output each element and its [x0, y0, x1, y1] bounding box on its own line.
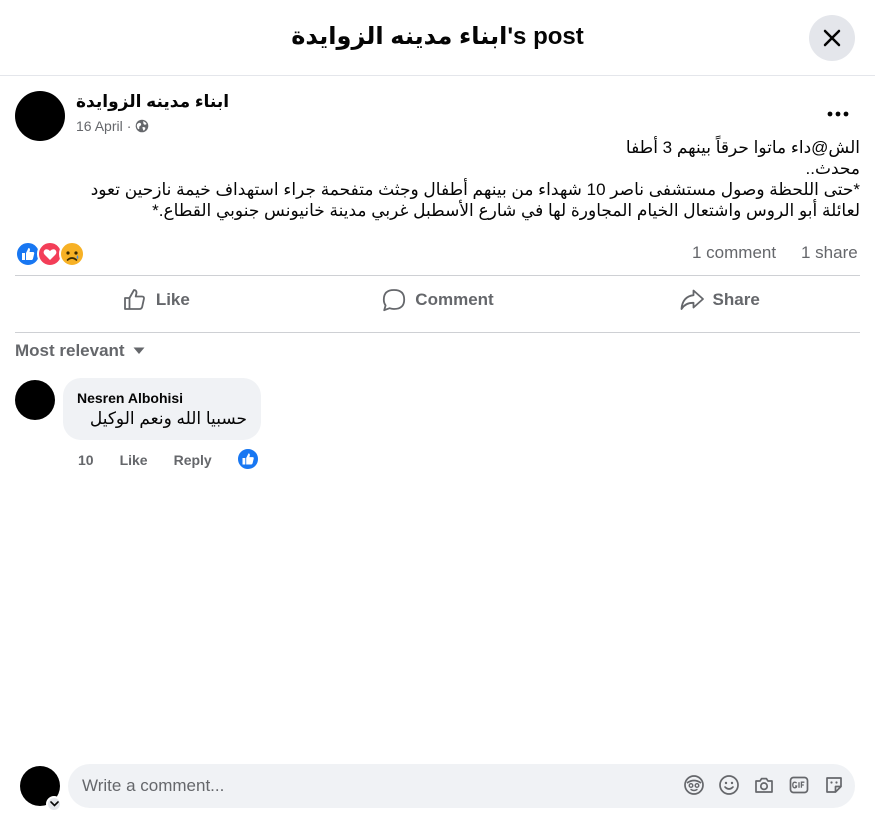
reaction-summary[interactable] [15, 241, 85, 267]
share-label: Share [712, 290, 760, 309]
more-options-icon [827, 111, 849, 117]
like-button[interactable]: Like [15, 277, 297, 323]
post-action-bar: Like Comment Share [15, 277, 860, 323]
comment-reply-button[interactable]: Reply [174, 452, 212, 468]
caret-down-icon [133, 347, 145, 354]
post-dialog-header: ابناء مدينه الزوايدة's post [0, 0, 875, 76]
camera-icon[interactable] [753, 774, 775, 796]
post-author-name[interactable]: ابناء مدينه الزوايدة [76, 92, 229, 112]
sticker-icon[interactable] [823, 774, 845, 796]
comment-label: Comment [415, 290, 494, 309]
comment-bubble: Nesren Albohisi حسبيا الله ونعم الوكيل [63, 378, 261, 440]
comment-composer [68, 764, 855, 808]
post-text-line: *حتى اللحظة وصول مستشفى ناصر 10 شهداء من… [90, 180, 860, 199]
post-body: الش@داء ماتوا حرقاً بينهم 3 أطفا محدث.. … [15, 137, 860, 221]
comment-sort-dropdown[interactable]: Most relevant [15, 341, 145, 361]
close-button[interactable] [809, 15, 855, 61]
like-icon[interactable] [236, 447, 260, 471]
post-meta: 16 April · [76, 118, 149, 134]
post-options-button[interactable] [822, 100, 854, 128]
post-text-line: لعائلة أبو الروس واشتعال الخيام المجاورة… [152, 201, 860, 220]
comment-input[interactable] [82, 764, 662, 808]
comment-count[interactable]: 1 comment [692, 243, 776, 263]
comment-time: 10 [78, 452, 94, 468]
avatar-sticker-icon[interactable] [683, 774, 705, 796]
like-label: Like [155, 290, 190, 309]
comment-like-button[interactable]: Like [120, 452, 148, 468]
sad-icon [59, 241, 85, 267]
post-text-line: الش@داء ماتوا حرقاً بينهم 3 أطفا [625, 138, 860, 157]
comment-button[interactable]: Comment [297, 277, 579, 323]
author-avatar[interactable] [15, 91, 65, 141]
thumbs-up-icon [123, 289, 145, 310]
share-icon [680, 289, 704, 310]
sort-label: Most relevant [15, 341, 125, 360]
dialog-title: ابناء مدينه الزوايدة's post [291, 23, 584, 50]
share-count[interactable]: 1 share [801, 243, 858, 263]
comment-icon [383, 289, 406, 312]
comment-actions: 10 Like Reply [78, 452, 238, 468]
divider [15, 332, 860, 333]
share-button[interactable]: Share [578, 277, 860, 323]
divider [15, 275, 860, 276]
commenter-name[interactable]: Nesren Albohisi [77, 390, 247, 406]
chevron-down-icon [49, 801, 59, 807]
post-text-line: محدث.. [805, 159, 860, 178]
commenter-avatar[interactable] [15, 380, 55, 420]
comment-text: حسبيا الله ونعم الوكيل [89, 409, 247, 428]
composer-toolbar [683, 774, 845, 796]
profile-switch-badge[interactable] [46, 796, 62, 812]
gif-icon[interactable] [788, 774, 810, 796]
post-date[interactable]: 16 April [76, 118, 123, 134]
globe-icon [136, 119, 149, 133]
meta-separator: · [126, 118, 132, 134]
emoji-icon[interactable] [718, 774, 740, 796]
close-icon [823, 29, 841, 47]
